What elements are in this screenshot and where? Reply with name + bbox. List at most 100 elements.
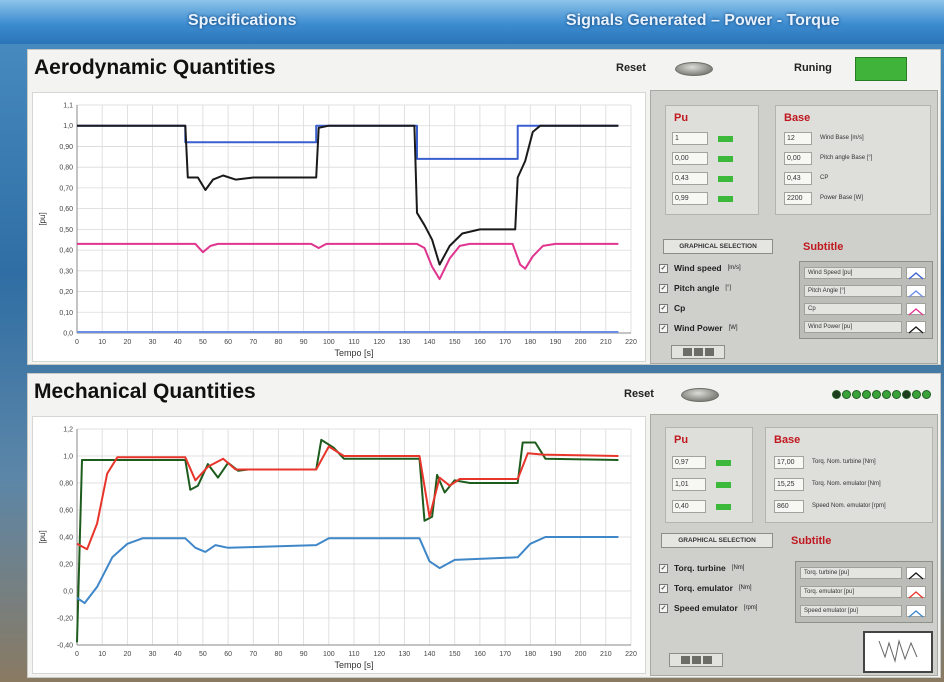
- aero-pu-field-1[interactable]: 1: [672, 132, 708, 145]
- aero-pu-field-2[interactable]: 0,00: [672, 152, 708, 165]
- check-pitch-angle[interactable]: ✓ Pitch angle [°]: [659, 283, 731, 293]
- x-tick-label: 100: [323, 651, 335, 658]
- aero-graph-tools[interactable]: [671, 345, 725, 359]
- aero-pu-field-3[interactable]: 0,43: [672, 172, 708, 185]
- led-dot: [872, 390, 881, 399]
- aero-base-title: Base: [784, 112, 811, 124]
- y-tick-label: 1,0: [63, 123, 73, 130]
- checkbox[interactable]: ✓: [659, 283, 668, 293]
- check-speed-emulator[interactable]: ✓ Speed emulator [rpm]: [659, 603, 757, 613]
- x-tick-label: 50: [199, 339, 207, 346]
- check-wind-power[interactable]: ✓ Wind Power [W]: [659, 323, 738, 333]
- mech-pu-title: Pu: [674, 434, 689, 446]
- legend-swatch-black: [906, 321, 926, 334]
- y-tick-label: 0,30: [59, 268, 73, 275]
- x-tick-label: 30: [149, 339, 157, 346]
- aero-pu-group: Pu 1 0,00 0,43 0,99: [665, 105, 759, 215]
- aerodynamic-panel: Aerodynamic Quantities Reset Runing 0 10 2…: [27, 49, 941, 365]
- checkbox[interactable]: ✓: [659, 323, 668, 333]
- y-tick-label: 0,40: [59, 248, 73, 255]
- aero-base-label-2: Pitch angle Base [°]: [820, 155, 873, 161]
- mech-pu-field-2[interactable]: 1,01: [672, 478, 706, 491]
- mech-base-field-3[interactable]: 860: [774, 500, 804, 513]
- y-tick-label: 0,40: [59, 535, 73, 542]
- x-tick-label: 40: [174, 339, 182, 346]
- mech-graphical-selection-button[interactable]: GRAPHICAL SELECTION: [661, 533, 773, 548]
- tab-signals-generated[interactable]: Signals Generated – Power - Torque: [566, 12, 840, 30]
- series-line-torq-emulator-pu: [76, 445, 619, 551]
- aero-graphical-selection-button[interactable]: GRAPHICAL SELECTION: [663, 239, 773, 254]
- cursor-tool-icon[interactable]: [682, 348, 692, 356]
- x-tick-label: 220: [625, 339, 637, 346]
- running-indicator-led: [855, 57, 907, 81]
- aero-base-field-2[interactable]: 0,00: [784, 152, 812, 165]
- legend-swatch-lightblue: [906, 285, 926, 298]
- led-dot: [922, 390, 931, 399]
- check-unit: [Nm]: [731, 565, 745, 571]
- aero-pu-led-1: [718, 136, 733, 142]
- aero-reset-label: Reset: [616, 62, 646, 74]
- y-axis-label: [pu]: [38, 530, 47, 543]
- check-torq-emulator[interactable]: ✓ Torq. emulator [Nm]: [659, 583, 752, 593]
- mech-graph-tools[interactable]: [669, 653, 723, 667]
- aero-base-label-1: Wind Base [m/s]: [820, 135, 864, 141]
- led-dot: [882, 390, 891, 399]
- aero-reset-button[interactable]: [675, 62, 713, 76]
- x-tick-label: 70: [249, 339, 257, 346]
- mech-base-field-1[interactable]: 17,00: [774, 456, 804, 469]
- x-tick-label: 20: [123, 339, 131, 346]
- aero-base-field-1[interactable]: 12: [784, 132, 812, 145]
- aero-pu-field-4[interactable]: 0,99: [672, 192, 708, 205]
- check-cp[interactable]: ✓ Cp: [659, 303, 685, 313]
- legend-pitch-angle: Pitch Angle [°]: [804, 285, 902, 297]
- x-tick-label: 150: [449, 651, 461, 658]
- mech-reset-label: Reset: [624, 388, 654, 400]
- check-label: Torq. turbine: [674, 563, 726, 573]
- tab-specifications[interactable]: Specifications: [188, 12, 296, 30]
- legend-swatch-red: [906, 586, 926, 599]
- check-label: Cp: [674, 303, 686, 313]
- mech-base-label-2: Torq. Nom. emulator [Nm]: [812, 481, 881, 487]
- checkbox[interactable]: ✓: [659, 583, 668, 593]
- y-tick-label: 1,2: [63, 427, 73, 434]
- mech-side-panel: Pu 0,97 1,01 0,40 Base 17,00 Torq. Nom. …: [650, 414, 938, 676]
- aero-base-field-3[interactable]: 0,43: [784, 172, 812, 185]
- y-tick-label: 0,60: [59, 206, 73, 213]
- mech-pu-field-3[interactable]: 0,40: [672, 500, 706, 513]
- checkbox[interactable]: ✓: [659, 303, 668, 313]
- mech-pu-field-1[interactable]: 0,97: [672, 456, 706, 469]
- checkbox[interactable]: ✓: [659, 603, 668, 613]
- y-axis-label: [pu]: [38, 212, 47, 225]
- pan-tool-icon[interactable]: [702, 656, 712, 664]
- mech-base-group: Base 17,00 Torq. Nom. turbine [Nm] 15,25…: [765, 427, 933, 523]
- series-line-cp: [77, 242, 619, 281]
- checkbox[interactable]: ✓: [659, 563, 668, 573]
- x-tick-label: 90: [300, 339, 308, 346]
- check-label: Wind Power: [674, 323, 723, 333]
- mechanical-panel: Mechanical Quantities Reset 0 10 20 30 40 50 6…: [27, 373, 941, 678]
- x-tick-label: 180: [524, 651, 536, 658]
- aero-pu-title: Pu: [674, 112, 689, 124]
- pan-tool-icon[interactable]: [704, 348, 714, 356]
- x-tick-label: 50: [199, 651, 207, 658]
- x-tick-label: 60: [224, 339, 232, 346]
- x-tick-label: 210: [600, 651, 612, 658]
- x-tick-label: 20: [123, 651, 131, 658]
- x-tick-label: 90: [300, 651, 308, 658]
- zoom-tool-icon[interactable]: [691, 656, 701, 664]
- led-dot: [902, 390, 911, 399]
- aero-pu-led-2: [718, 156, 733, 162]
- x-tick-label: 160: [474, 651, 486, 658]
- led-dot: [832, 390, 841, 399]
- mech-base-field-2[interactable]: 15,25: [774, 478, 804, 491]
- aero-base-field-4[interactable]: 2200: [784, 192, 812, 205]
- mech-reset-button[interactable]: [681, 388, 719, 402]
- checkbox[interactable]: ✓: [659, 263, 668, 273]
- check-wind-speed[interactable]: ✓ Wind speed [m/s]: [659, 263, 741, 273]
- cursor-tool-icon[interactable]: [680, 656, 690, 664]
- aero-chart-area: 0 10 20 30 40 50 60 70 80 90 100 110 120 130 140 150 160…: [32, 92, 646, 362]
- check-torq-turbine[interactable]: ✓ Torq. turbine [Nm]: [659, 563, 744, 573]
- led-dot: [862, 390, 871, 399]
- zoom-tool-icon[interactable]: [693, 348, 703, 356]
- legend-torq-turbine: Torq. turbine [pu]: [800, 567, 902, 579]
